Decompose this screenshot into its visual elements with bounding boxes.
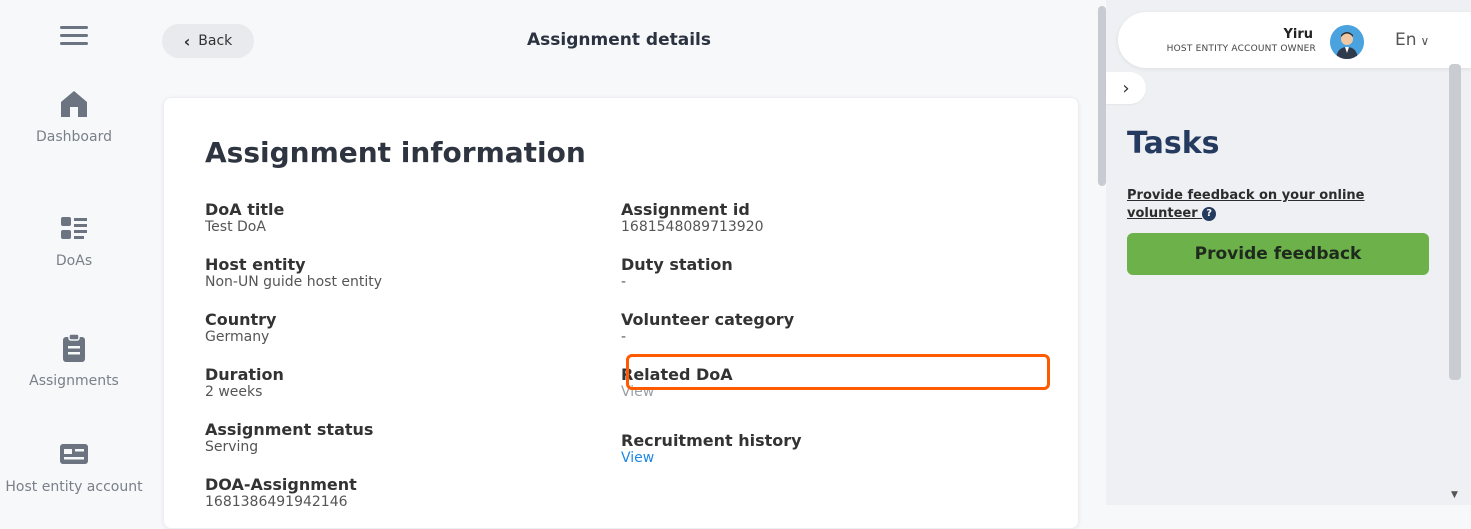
scroll-down-arrow-icon[interactable]: ▼ xyxy=(1451,490,1458,500)
field-label: Recruitment history xyxy=(621,431,802,450)
sidebar: Dashboard DoAs Assignments Host entity a… xyxy=(0,0,148,505)
field-label: Host entity xyxy=(205,255,306,274)
avatar xyxy=(1330,25,1364,59)
sidebar-item-dashboard[interactable]: Dashboard xyxy=(0,88,148,146)
list-icon xyxy=(61,217,87,239)
related-doa-highlight-box xyxy=(626,354,1050,390)
field-value: Germany xyxy=(205,329,270,345)
tasks-title: Tasks xyxy=(1127,126,1220,161)
sidebar-item-label: DoAs xyxy=(55,253,93,269)
field-value: 1681548089713920 xyxy=(621,219,764,235)
field-label: DoA title xyxy=(205,200,285,219)
field-label: Volunteer category xyxy=(621,310,795,329)
main-scrollbar[interactable] xyxy=(1098,6,1106,186)
field-recruitment-history: Recruitment history View xyxy=(621,431,802,467)
field-label: Duty station xyxy=(621,255,733,274)
sidebar-item-label: Assignments xyxy=(29,373,119,389)
provide-feedback-task-link[interactable]: Provide feedback on your online voluntee… xyxy=(1127,187,1412,223)
page-title: Assignment details xyxy=(527,30,711,50)
field-value: Serving xyxy=(205,439,259,455)
chevron-down-icon: ∨ xyxy=(1420,34,1430,48)
field-host-entity: Host entity Non-UN guide host entity xyxy=(205,255,383,291)
field-value: - xyxy=(621,274,627,290)
user-role: HOST ENTITY ACCOUNT OWNER xyxy=(1166,44,1316,54)
help-icon[interactable]: ? xyxy=(1202,206,1217,221)
chevron-right-icon: › xyxy=(1122,77,1130,99)
field-duty-station: Duty station - xyxy=(621,255,733,291)
field-label: Assignment id xyxy=(621,200,750,219)
field-volunteer-category: Volunteer category - xyxy=(621,310,795,346)
id-card-icon xyxy=(60,444,88,464)
language-label: En xyxy=(1395,30,1417,50)
field-value: Non-UN guide host entity xyxy=(205,274,383,290)
field-label: Assignment status xyxy=(205,420,374,439)
sidebar-item-label: Host entity account xyxy=(5,479,143,495)
field-label: DOA-Assignment xyxy=(205,475,357,494)
field-doa-title: DoA title Test DoA xyxy=(205,200,285,236)
main-content: ‹ Back Assignment details Assignment inf… xyxy=(148,0,1098,529)
field-label: Country xyxy=(205,310,277,329)
recruitment-history-view-link[interactable]: View xyxy=(621,450,802,466)
tasks-panel: Yiru HOST ENTITY ACCOUNT OWNER En ∨ › Tas… xyxy=(1106,0,1471,505)
field-value: 2 weeks xyxy=(205,384,263,400)
field-duration: Duration 2 weeks xyxy=(205,365,284,401)
language-selector[interactable]: En ∨ xyxy=(1395,30,1429,50)
assignment-info-card: Assignment information DoA title Test Do… xyxy=(163,97,1079,529)
user-account-chip[interactable]: Yiru HOST ENTITY ACCOUNT OWNER En ∨ xyxy=(1118,12,1471,68)
collapse-panel-button[interactable]: › xyxy=(1106,72,1146,104)
field-value: - xyxy=(621,329,627,345)
field-country: Country Germany xyxy=(205,310,277,346)
field-value: 1681386491942146 xyxy=(205,494,348,510)
card-title: Assignment information xyxy=(205,136,586,169)
clipboard-icon xyxy=(63,333,85,362)
home-icon xyxy=(61,91,87,117)
field-label: Duration xyxy=(205,365,284,384)
user-name: Yiru xyxy=(1283,27,1313,42)
sidebar-item-doas[interactable]: DoAs xyxy=(0,212,148,270)
field-assignment-id: Assignment id 1681548089713920 xyxy=(621,200,764,236)
sidebar-item-label: Dashboard xyxy=(36,129,112,145)
field-assignment-status: Assignment status Serving xyxy=(205,420,374,456)
field-value: Test DoA xyxy=(205,219,266,235)
panel-scrollbar[interactable] xyxy=(1449,64,1461,380)
task-link-text: Provide feedback on your online voluntee… xyxy=(1127,188,1365,221)
sidebar-item-assignments[interactable]: Assignments xyxy=(0,332,148,390)
hamburger-menu-icon[interactable] xyxy=(60,26,88,46)
sidebar-item-host-entity-account[interactable]: Host entity account xyxy=(0,438,148,496)
provide-feedback-button[interactable]: Provide feedback xyxy=(1127,233,1429,275)
